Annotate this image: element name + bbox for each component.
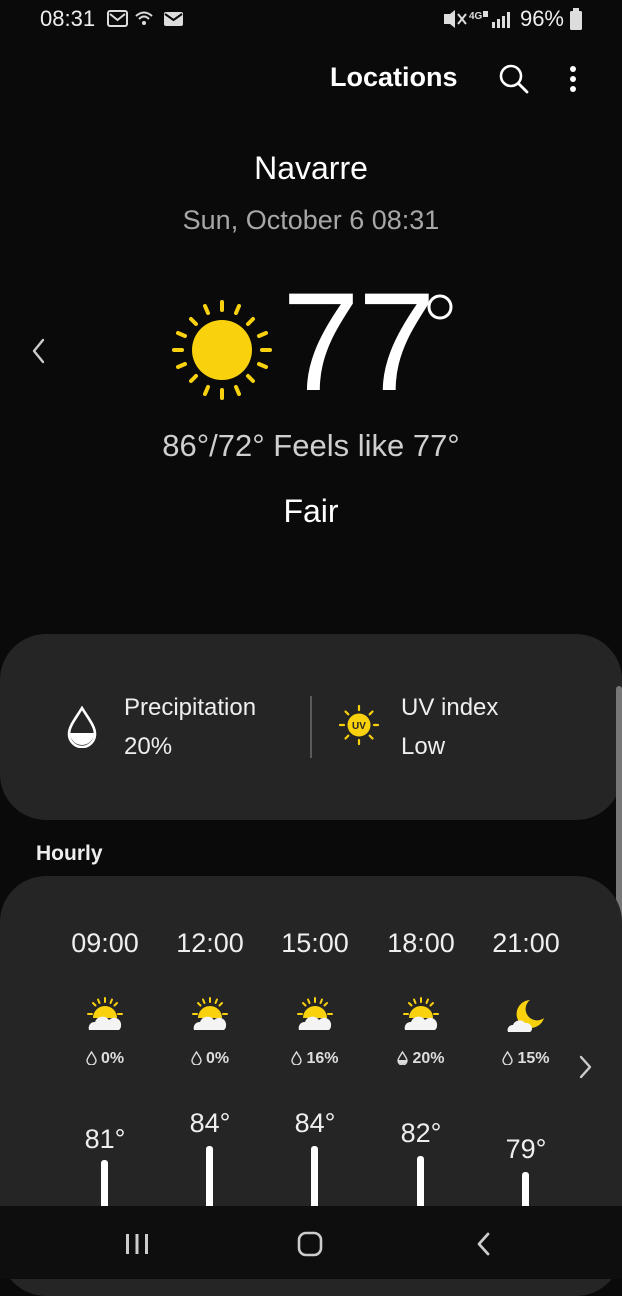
raindrop-icon bbox=[191, 1050, 202, 1066]
uv-index-icon: UV bbox=[338, 704, 380, 746]
hourly-rain-chance: 15% bbox=[473, 1050, 560, 1068]
details-divider bbox=[310, 696, 312, 758]
locations-button[interactable]: Locations bbox=[330, 62, 458, 93]
hourly-title: Hourly bbox=[36, 842, 103, 865]
hourly-temp: 81° bbox=[84, 1124, 126, 1154]
temp-bar bbox=[311, 1146, 318, 1210]
partly-sunny-icon bbox=[403, 997, 439, 1030]
uv-index-value: Low bbox=[401, 733, 446, 760]
status-right: 4G 96% bbox=[442, 6, 582, 32]
current-temperature: 77 bbox=[282, 263, 436, 420]
hourly-time: 09:00 bbox=[71, 928, 139, 958]
moon-cloud-icon bbox=[507, 1000, 544, 1032]
temp-bar bbox=[206, 1146, 213, 1210]
hourly-next-arrow[interactable] bbox=[576, 1054, 596, 1080]
previous-location-arrow[interactable] bbox=[28, 336, 50, 366]
raindrop-icon bbox=[502, 1050, 514, 1066]
rain-value: 0% bbox=[205, 1050, 230, 1067]
back-icon[interactable] bbox=[474, 1230, 494, 1258]
rain-value: 16% bbox=[306, 1050, 339, 1067]
scrollbar[interactable] bbox=[616, 686, 622, 930]
svg-text:4G: 4G bbox=[469, 11, 483, 22]
raindrop-icon bbox=[397, 1050, 409, 1066]
partly-sunny-icon bbox=[192, 997, 228, 1030]
partly-sunny-icon bbox=[297, 997, 333, 1030]
temp-bar bbox=[417, 1156, 424, 1210]
status-time: 08:31 bbox=[40, 6, 96, 31]
hourly-rain-chance: 0% bbox=[52, 1050, 158, 1068]
hourly-temp: 79° bbox=[505, 1134, 547, 1164]
hourly-time: 12:00 bbox=[176, 928, 244, 958]
raindrop-icon bbox=[291, 1050, 303, 1066]
hourly-temp: 84° bbox=[294, 1108, 336, 1138]
battery-percent: 96% bbox=[519, 6, 564, 31]
hourly-time: 21:00 bbox=[492, 928, 560, 958]
status-bar: 08:31 4G 96% bbox=[0, 0, 622, 40]
hourly-temp: 82° bbox=[400, 1118, 442, 1148]
precipitation-value: 20% bbox=[124, 733, 173, 760]
temp-bar bbox=[522, 1172, 529, 1210]
notification-icons bbox=[106, 9, 186, 34]
rain-value: 0% bbox=[100, 1050, 125, 1067]
battery-icon bbox=[570, 8, 582, 30]
sun-icon bbox=[172, 300, 272, 400]
city-name: Navarre bbox=[254, 150, 368, 186]
recent-apps-icon[interactable] bbox=[124, 1232, 150, 1256]
raindrop-icon bbox=[86, 1050, 97, 1066]
partly-sunny-icon bbox=[87, 997, 123, 1030]
hourly-temp: 84° bbox=[189, 1108, 231, 1138]
home-icon[interactable] bbox=[296, 1230, 324, 1258]
search-icon[interactable] bbox=[498, 63, 530, 95]
uv-icon-text: UV bbox=[352, 721, 366, 732]
hourly-rain-chance: 0% bbox=[157, 1050, 263, 1068]
rain-value: 20% bbox=[412, 1050, 445, 1067]
weather-condition: Fair bbox=[283, 493, 339, 529]
uv-index-label: UV index bbox=[401, 694, 499, 721]
signal-icons: 4G bbox=[443, 10, 510, 28]
hourly-list[interactable]: 09:00 0% 81° 12:00 0% 84° 15:00 16% 84° … bbox=[52, 910, 560, 1210]
hourly-time: 15:00 bbox=[281, 928, 349, 958]
hourly-time: 18:00 bbox=[387, 928, 455, 958]
precipitation-label: Precipitation bbox=[124, 694, 257, 721]
high-low-feels-like: 86°/72° Feels like 77° bbox=[162, 428, 460, 463]
more-options-icon[interactable] bbox=[562, 64, 584, 94]
raindrop-icon bbox=[67, 706, 97, 748]
hourly-rain-chance: 20% bbox=[368, 1050, 474, 1068]
date-time: Sun, October 6 08:31 bbox=[182, 205, 440, 235]
temp-bar bbox=[101, 1160, 108, 1210]
hourly-rain-chance: 16% bbox=[262, 1050, 368, 1068]
degree-symbol-icon bbox=[427, 294, 453, 320]
rain-value: 15% bbox=[517, 1050, 550, 1067]
